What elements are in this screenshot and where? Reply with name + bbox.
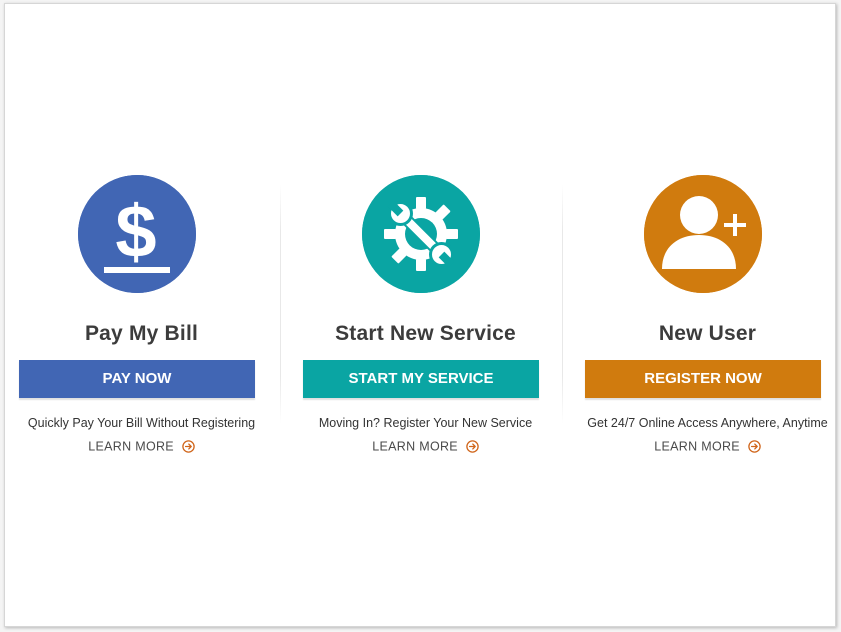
page-frame: $ Pay My Bill PAY NOW Quickly Pay Your B… xyxy=(4,3,836,627)
start-service-card: Start New Service START MY SERVICE Movin… xyxy=(299,4,559,626)
card-description: Get 24/7 Online Access Anywhere, Anytime xyxy=(587,416,828,430)
gear-wrench-icon-graphic xyxy=(362,175,480,293)
svg-text:$: $ xyxy=(115,190,156,273)
service-cards: $ Pay My Bill PAY NOW Quickly Pay Your B… xyxy=(5,4,835,626)
card-title: Pay My Bill xyxy=(84,322,199,345)
dollar-icon[interactable]: $ xyxy=(78,175,196,293)
add-user-icon-graphic xyxy=(644,175,762,293)
card-description: Quickly Pay Your Bill Without Registerin… xyxy=(27,416,256,430)
pay-now-button[interactable]: PAY NOW xyxy=(19,360,255,398)
start-my-service-button[interactable]: START MY SERVICE xyxy=(303,360,539,398)
learn-more-label: LEARN MORE xyxy=(88,439,174,454)
dollar-icon-graphic: $ xyxy=(78,175,196,293)
circle-arrow-right-icon xyxy=(747,440,761,453)
card-divider xyxy=(562,184,563,424)
circle-arrow-right-icon xyxy=(181,440,195,453)
card-title: Start New Service xyxy=(335,322,516,345)
register-now-button[interactable]: REGISTER NOW xyxy=(585,360,821,398)
pay-bill-card: $ Pay My Bill PAY NOW Quickly Pay Your B… xyxy=(15,4,275,626)
learn-more-link[interactable]: LEARN MORE xyxy=(15,439,268,454)
card-title: New User xyxy=(658,322,757,345)
new-user-card: New User REGISTER NOW Get 24/7 Online Ac… xyxy=(581,4,841,626)
add-user-icon[interactable] xyxy=(644,175,762,293)
learn-more-label: LEARN MORE xyxy=(654,439,740,454)
learn-more-label: LEARN MORE xyxy=(372,439,458,454)
learn-more-link[interactable]: LEARN MORE xyxy=(581,439,834,454)
circle-arrow-right-icon xyxy=(465,440,479,453)
card-description: Moving In? Register Your New Service xyxy=(318,416,533,430)
learn-more-link[interactable]: LEARN MORE xyxy=(299,439,552,454)
gear-wrench-icon[interactable] xyxy=(362,175,480,293)
card-divider xyxy=(280,184,281,424)
